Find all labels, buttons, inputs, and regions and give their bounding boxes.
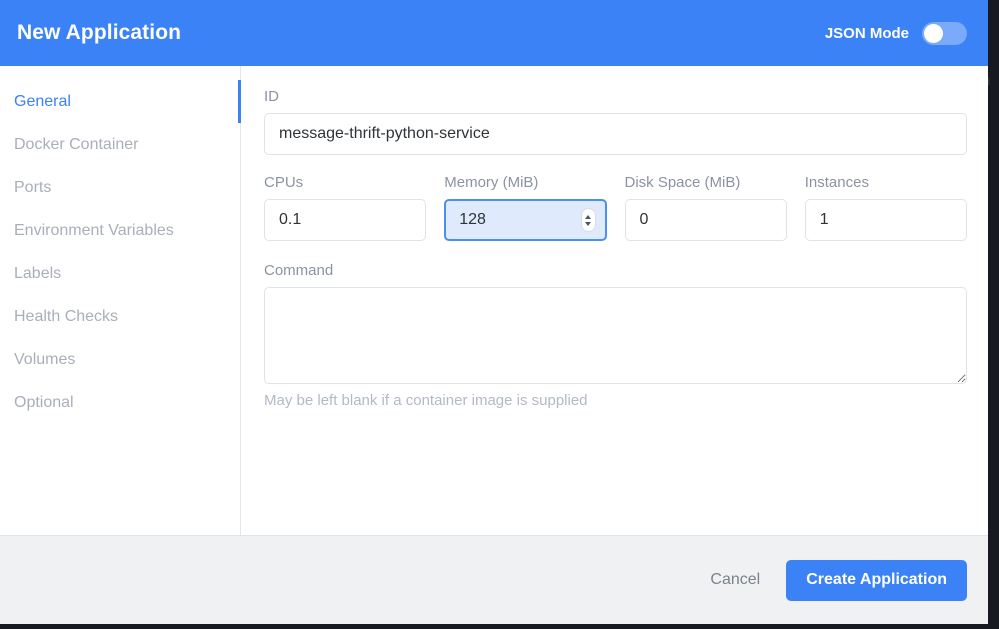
memory-field-group: Memory (MiB): [444, 174, 607, 241]
memory-stepper[interactable]: [580, 208, 596, 232]
instances-field-group: Instances: [804, 174, 967, 241]
sidebar-item-labels[interactable]: Labels: [0, 252, 240, 295]
command-label: Command: [264, 262, 334, 279]
sidebar-item-label: Ports: [14, 178, 52, 196]
sidebar-item-label: Volumes: [14, 350, 76, 368]
disk-space-input[interactable]: [624, 199, 787, 241]
sidebar-item-general[interactable]: General: [0, 80, 241, 123]
memory-input-wrap: [444, 199, 607, 241]
sidebar-item-label: Labels: [14, 264, 62, 282]
sidebar-item-label: Environment Variables: [14, 221, 174, 239]
sidebar-item-docker-container[interactable]: Docker Container: [0, 123, 240, 166]
command-field-group: Command May be left blank if a container…: [264, 262, 967, 409]
cpus-label: CPUs: [264, 174, 304, 191]
dialog-header: New Application JSON Mode: [0, 0, 988, 66]
dialog-title: New Application: [17, 21, 182, 44]
sidebar-item-environment-variables[interactable]: Environment Variables: [0, 209, 240, 252]
instances-input-wrap: [804, 199, 967, 241]
command-helper-text: May be left blank if a container image i…: [264, 392, 588, 409]
toggle-knob: [924, 23, 943, 43]
disk-space-input-wrap: [624, 199, 787, 241]
sidebar-item-optional[interactable]: Optional: [0, 381, 240, 424]
instances-label: Instances: [804, 174, 869, 191]
sidebar-item-label: Health Checks: [14, 307, 119, 325]
dialog-body: General Docker Container Ports Environme…: [0, 66, 988, 535]
sidebar-item-label: General: [14, 92, 71, 110]
cpus-input[interactable]: [264, 199, 427, 241]
json-mode-control[interactable]: JSON Mode: [824, 21, 967, 45]
memory-label: Memory (MiB): [444, 174, 539, 191]
new-application-dialog: New Application JSON Mode General Docker…: [0, 0, 988, 624]
id-label: ID: [264, 88, 279, 105]
sidebar-item-volumes[interactable]: Volumes: [0, 338, 240, 381]
form-panel-general: ID CPUs Memory (MiB): [241, 66, 988, 535]
sidebar-item-label: Optional: [14, 393, 74, 411]
chevron-up-icon: [585, 214, 591, 219]
sidebar-item-health-checks[interactable]: Health Checks: [0, 295, 240, 338]
dialog-footer: Cancel Create Application: [0, 535, 988, 624]
sidebar-item-label: Docker Container: [14, 135, 139, 153]
json-mode-label: JSON Mode: [824, 24, 909, 42]
sidebar-nav: General Docker Container Ports Environme…: [0, 66, 241, 535]
id-input[interactable]: [264, 113, 967, 155]
cpus-field-group: CPUs: [264, 174, 427, 241]
create-application-button[interactable]: Create Application: [786, 559, 967, 601]
disk-space-field-group: Disk Space (MiB): [624, 174, 787, 241]
cancel-button[interactable]: Cancel: [706, 565, 764, 595]
instances-input[interactable]: [804, 199, 967, 241]
resource-fields-row: CPUs Memory (MiB): [264, 174, 967, 241]
disk-space-label: Disk Space (MiB): [624, 174, 741, 191]
chevron-down-icon: [585, 221, 591, 226]
sidebar-item-ports[interactable]: Ports: [0, 166, 240, 209]
command-textarea[interactable]: [264, 287, 967, 384]
json-mode-toggle[interactable]: [922, 21, 967, 45]
cpus-input-wrap: [264, 199, 427, 241]
